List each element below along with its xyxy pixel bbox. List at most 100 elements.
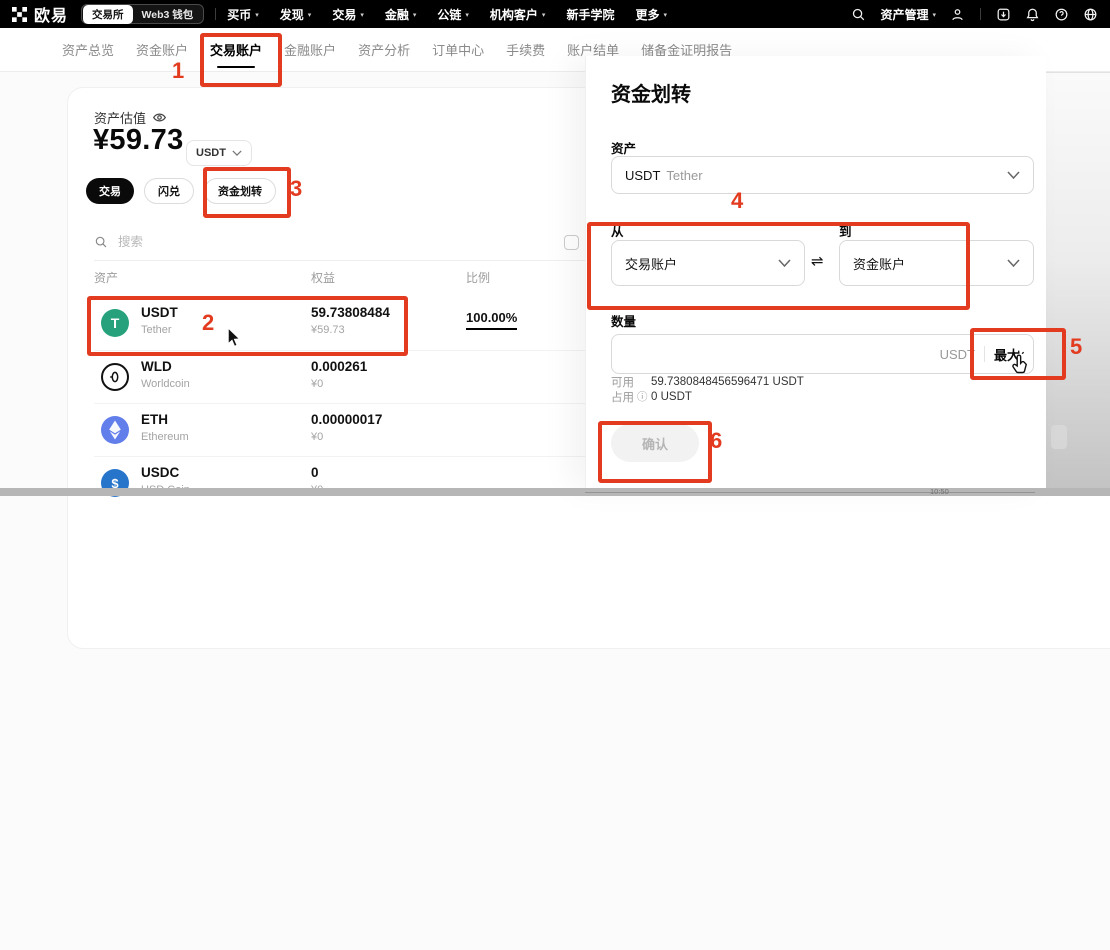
language-globe-icon[interactable]: [1083, 7, 1098, 22]
asset-row-usdc[interactable]: $ USDC USD Coin 0 ¥0 0.00%: [94, 456, 613, 510]
total-asset-value: ¥59.73: [93, 124, 184, 156]
annotation-number-4: 4: [731, 188, 744, 213]
tab-fees[interactable]: 手续费: [506, 28, 545, 71]
asset-row-usdt[interactable]: T USDT Tether 59.73808484 ¥59.73 100.00%: [94, 297, 613, 350]
tab-asset-overview[interactable]: 资产总览: [62, 28, 114, 71]
chevron-down-icon: [1007, 171, 1020, 179]
help-icon[interactable]: [1054, 7, 1069, 22]
tab-trading-account[interactable]: 交易账户: [210, 28, 262, 71]
usdt-glyph: T: [110, 315, 120, 331]
info-icon[interactable]: ⓘ: [637, 392, 648, 403]
notifications-bell-icon[interactable]: [1025, 7, 1040, 22]
asset-symbol: WLD: [141, 359, 172, 374]
confirm-button[interactable]: 确认: [611, 424, 699, 462]
search-icon: [95, 236, 107, 248]
asset-row-wld[interactable]: WLD Worldcoin 0.000261 ¥0 0.00%: [94, 350, 613, 404]
nav-item-label: 机构客户: [489, 7, 538, 22]
okx-logo[interactable]: 欧易: [12, 2, 68, 26]
dimmed-page-overlay: [1045, 72, 1110, 489]
filter-checkbox[interactable]: [564, 235, 579, 250]
amount-input[interactable]: [625, 345, 931, 363]
max-button[interactable]: 最大: [994, 345, 1020, 364]
caret-down-icon: ▾: [541, 11, 546, 19]
in-use-label: 占用 ⓘ: [611, 389, 651, 405]
tab-order-center[interactable]: 订单中心: [432, 28, 484, 71]
tab-financial-account[interactable]: 金融账户: [284, 28, 336, 71]
nav-public-chains[interactable]: 公链 ▾: [437, 6, 469, 23]
caret-down-icon: ▾: [412, 11, 417, 19]
asset-name: Worldcoin: [141, 378, 190, 390]
in-use-line: 占用 ⓘ 0 USDT: [611, 389, 692, 405]
asset-equity-fiat: ¥59.73: [311, 324, 345, 336]
trade-button[interactable]: 交易: [86, 178, 134, 204]
asset-row-eth[interactable]: ETH Ethereum 0.00000017 ¥0 0.00%: [94, 403, 613, 457]
asset-equity: 0.00000017: [311, 412, 383, 427]
nav-institutional[interactable]: 机构客户 ▾: [490, 6, 546, 23]
asset-management-menu[interactable]: 资产管理 ▾: [880, 6, 936, 23]
brand-name: 欧易: [34, 8, 69, 25]
fund-transfer-drawer: 资金划转 资产 USDT Tether 从 到 交易账户 ⇌ 资金账户 数量 U…: [585, 56, 1046, 488]
amount-unit: USDT: [939, 346, 975, 362]
annotation-number-3: 3: [290, 176, 303, 201]
from-field-label: 从: [611, 225, 624, 239]
nav-academy[interactable]: 新手学院: [566, 6, 614, 23]
search-input[interactable]: [116, 234, 300, 250]
nav-discover[interactable]: 发现 ▾: [280, 6, 312, 23]
chevron-down-icon: [232, 150, 242, 156]
nav-more[interactable]: 更多 ▾: [635, 6, 667, 23]
column-header-ratio: 比例: [466, 271, 491, 285]
to-field-label: 到: [839, 225, 852, 239]
search-icon[interactable]: [851, 7, 866, 22]
mode-exchange[interactable]: 交易所: [83, 4, 133, 24]
nav-trade[interactable]: 交易 ▾: [332, 6, 364, 23]
asset-ratio: 100.00%: [466, 310, 518, 330]
user-icon[interactable]: [950, 7, 965, 22]
mode-web3-wallet[interactable]: Web3 钱包: [133, 5, 203, 24]
asset-select[interactable]: USDT Tether: [611, 156, 1034, 194]
valuation-currency-select[interactable]: USDT: [186, 140, 252, 166]
asset-symbol: USDT: [141, 305, 178, 320]
from-account-select[interactable]: 交易账户: [611, 240, 805, 286]
download-app-icon[interactable]: [996, 7, 1011, 22]
caret-down-icon: ▾: [307, 11, 312, 19]
asset-equity-fiat: ¥0: [311, 378, 324, 390]
eye-icon[interactable]: [152, 110, 167, 125]
amount-field: USDT 最大: [611, 334, 1034, 374]
annotation-number-5: 5: [1070, 334, 1083, 359]
in-use-value: 0 USDT: [651, 391, 692, 403]
available-label: 可用: [611, 374, 651, 390]
available-line: 可用 59.7380848456596471 USDT: [611, 374, 804, 390]
fund-transfer-button[interactable]: 资金划转: [204, 178, 276, 204]
chevron-down-icon: [1007, 259, 1020, 267]
video-timestamp: 10:50: [930, 487, 949, 496]
nav-item-label: 公链: [437, 7, 462, 22]
in-use-label-text: 占用: [611, 392, 634, 404]
asset-symbol: ETH: [141, 412, 168, 427]
asset-equity: 0: [311, 465, 319, 480]
to-account-select[interactable]: 资金账户: [839, 240, 1034, 286]
annotation-number-1: 1: [172, 58, 185, 83]
swap-direction-icon[interactable]: ⇌: [811, 252, 824, 270]
caret-down-icon: ▾: [663, 11, 667, 19]
asset-symbol: USDC: [141, 465, 180, 480]
asset-select-symbol: USDT: [625, 167, 661, 183]
tab-asset-analysis[interactable]: 资产分析: [358, 28, 410, 71]
amount-field-label: 数量: [611, 315, 637, 329]
scroll-widget: [1051, 425, 1067, 449]
nav-item-label: 新手学院: [566, 7, 615, 22]
divider: [215, 8, 217, 20]
video-progress-line: [585, 492, 1035, 493]
nav-finance[interactable]: 金融 ▾: [385, 6, 417, 23]
nav-item-label: 买币: [227, 7, 252, 22]
currency-label: USDT: [196, 147, 226, 159]
usdt-icon: T: [101, 309, 129, 337]
asset-field-label: 资产: [611, 142, 637, 156]
nav-buy-crypto[interactable]: 买币 ▾: [227, 6, 259, 23]
convert-button[interactable]: 闪兑: [144, 178, 194, 204]
asset-search: [94, 234, 300, 250]
nav-item-label: 交易: [332, 7, 357, 22]
caret-down-icon: ▾: [255, 11, 259, 19]
column-header-equity: 权益: [311, 271, 336, 285]
caret-down-icon: ▾: [932, 11, 936, 19]
nav-item-label: 发现: [279, 7, 304, 22]
